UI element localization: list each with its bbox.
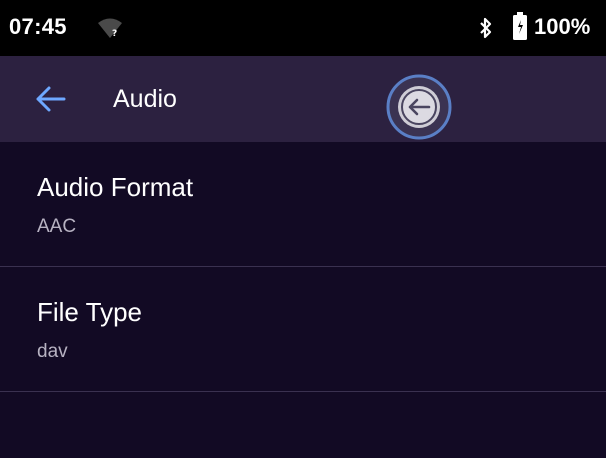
setting-title: File Type bbox=[37, 297, 143, 327]
app-bar: Audio bbox=[0, 56, 606, 142]
page-title: Audio bbox=[113, 85, 177, 113]
arrow-left-icon[interactable] bbox=[32, 80, 70, 118]
wifi-unknown-icon: ? bbox=[98, 18, 122, 39]
status-bar: 07:45 ? 100% bbox=[0, 0, 606, 56]
setting-file-type[interactable]: File Type dav bbox=[0, 267, 606, 392]
setting-value: dav bbox=[37, 341, 68, 362]
status-time: 07:45 bbox=[9, 14, 67, 39]
svg-text:?: ? bbox=[112, 29, 117, 39]
battery-icon bbox=[513, 12, 527, 40]
battery-level: 100% bbox=[534, 14, 591, 39]
setting-audio-format[interactable]: Audio Format AAC bbox=[0, 142, 606, 267]
circle-arrow-left-icon[interactable] bbox=[386, 74, 452, 140]
screen: 07:45 ? 100% Audio Audio Format AAC File… bbox=[0, 0, 606, 458]
setting-title: Audio Format bbox=[37, 172, 194, 202]
setting-value: AAC bbox=[37, 216, 77, 237]
bluetooth-icon bbox=[480, 17, 492, 39]
settings-list: Audio Format AAC File Type dav bbox=[0, 142, 606, 392]
